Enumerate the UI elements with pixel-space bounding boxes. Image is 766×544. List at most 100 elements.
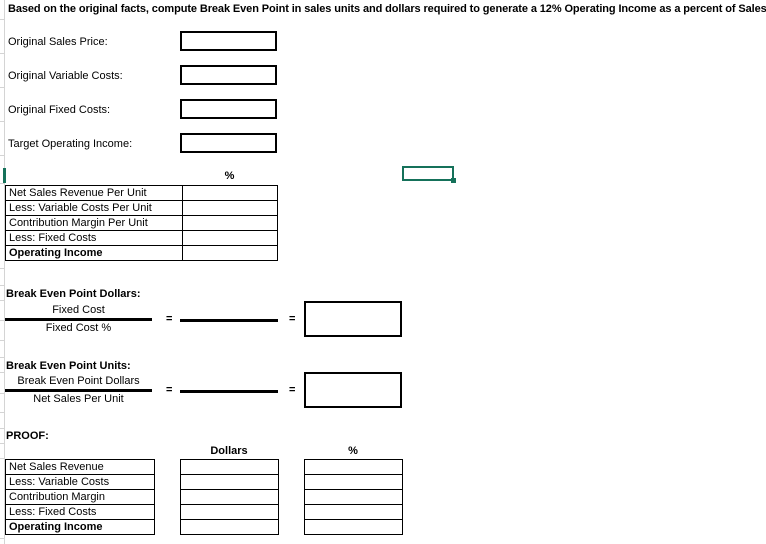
- per-unit-label-fixed-costs: Less: Fixed Costs: [5, 230, 183, 246]
- heading-proof: PROOF:: [6, 430, 49, 442]
- row-gridline-stub: [0, 53, 4, 54]
- row-gridline-stub: [0, 19, 4, 20]
- row-gridline-stub: [0, 340, 4, 341]
- per-unit-table: Net Sales Revenue Per Unit Less: Variabl…: [5, 185, 278, 261]
- table-row: [304, 459, 403, 475]
- row-gridline-stub: [0, 268, 4, 269]
- fill-handle[interactable]: [451, 178, 456, 183]
- proof-dollars-table: [180, 459, 279, 535]
- proof-percent-variable-costs[interactable]: [304, 474, 403, 490]
- blank-fraction-bar-units: [180, 390, 278, 393]
- per-unit-label-operating-income: Operating Income: [5, 245, 183, 261]
- proof-label-table: Net Sales Revenue Less: Variable Costs C…: [5, 459, 155, 535]
- proof-dollars-contribution-margin[interactable]: [180, 489, 279, 505]
- table-row: Net Sales Revenue: [5, 459, 155, 475]
- input-target-operating-income[interactable]: [180, 133, 277, 153]
- table-row: Net Sales Revenue Per Unit: [5, 185, 278, 201]
- row-gridline-stub: [0, 121, 4, 122]
- table-row: Less: Fixed Costs: [5, 504, 155, 520]
- proof-dollars-variable-costs[interactable]: [180, 474, 279, 490]
- proof-label-operating-income: Operating Income: [5, 519, 155, 535]
- row-gridline-stub: [0, 300, 4, 301]
- active-cell-selection[interactable]: [402, 166, 454, 181]
- label-original-fixed-costs: Original Fixed Costs:: [8, 104, 111, 116]
- table-row: Less: Variable Costs Per Unit: [5, 200, 278, 216]
- result-break-even-dollars[interactable]: [304, 301, 402, 337]
- row-gridline-stub: [0, 155, 4, 156]
- per-unit-label-variable-costs: Less: Variable Costs Per Unit: [5, 200, 183, 216]
- label-original-variable-costs: Original Variable Costs:: [8, 70, 123, 82]
- proof-label-variable-costs: Less: Variable Costs: [5, 474, 155, 490]
- table-row: Operating Income: [5, 245, 278, 261]
- proof-percent-fixed-costs[interactable]: [304, 504, 403, 520]
- proof-percent-net-sales-revenue[interactable]: [304, 459, 403, 475]
- row-gridline-stub: [0, 443, 4, 444]
- table-row: [304, 504, 403, 520]
- per-unit-value-operating-income[interactable]: [182, 245, 278, 261]
- table-row: [180, 504, 279, 520]
- proof-dollars-operating-income[interactable]: [180, 519, 279, 535]
- proof-percent-contribution-margin[interactable]: [304, 489, 403, 505]
- per-unit-value-contribution-margin[interactable]: [182, 215, 278, 231]
- input-original-sales-price[interactable]: [180, 31, 277, 51]
- row-gridline-stub: [0, 428, 4, 429]
- row-gridline-stub: [0, 393, 4, 394]
- proof-label-net-sales-revenue: Net Sales Revenue: [5, 459, 155, 475]
- input-original-fixed-costs[interactable]: [180, 99, 277, 119]
- equals-sign-dollars-2: =: [289, 313, 296, 325]
- proof-dollars-net-sales-revenue[interactable]: [180, 459, 279, 475]
- equals-sign-units-1: =: [166, 384, 173, 396]
- table-row: Less: Fixed Costs: [5, 230, 278, 246]
- heading-break-even-dollars: Break Even Point Dollars:: [6, 288, 141, 300]
- proof-percent-operating-income[interactable]: [304, 519, 403, 535]
- spreadsheet-canvas: Based on the original facts, compute Bre…: [0, 0, 766, 544]
- equals-sign-dollars-1: =: [166, 313, 173, 325]
- per-unit-value-variable-costs[interactable]: [182, 200, 278, 216]
- formula-break-even-dollars: Fixed Cost Fixed Cost %: [5, 303, 152, 336]
- per-unit-label-contribution-margin: Contribution Margin Per Unit: [5, 215, 183, 231]
- per-unit-value-fixed-costs[interactable]: [182, 230, 278, 246]
- per-unit-value-net-sales-revenue[interactable]: [182, 185, 278, 201]
- formula-denominator-net-sales-per-unit: Net Sales Per Unit: [33, 393, 124, 405]
- table-row: [180, 489, 279, 505]
- formula-numerator-break-even-dollars: Break Even Point Dollars: [17, 375, 140, 387]
- table-row: [304, 519, 403, 535]
- table-row: Less: Variable Costs: [5, 474, 155, 490]
- row-gridline-stub: [0, 183, 4, 184]
- table-row: [180, 519, 279, 535]
- table-row: [304, 489, 403, 505]
- formula-numerator-fixed-cost: Fixed Cost: [52, 304, 105, 316]
- row-gridline-stub: [0, 87, 4, 88]
- row-gridline-stub: [0, 372, 4, 373]
- table-row: [180, 474, 279, 490]
- proof-label-contribution-margin: Contribution Margin: [5, 489, 155, 505]
- row-gridline-stub: [0, 538, 4, 539]
- row-gridline-stub: [0, 285, 4, 286]
- table-row: [304, 474, 403, 490]
- input-original-variable-costs[interactable]: [180, 65, 277, 85]
- per-unit-percent-header: %: [224, 170, 235, 182]
- row-gridline-stub: [0, 412, 4, 413]
- proof-percent-table: [304, 459, 403, 535]
- row-gridline-stub: [0, 357, 4, 358]
- row-gridline-stub: [0, 458, 4, 459]
- proof-percent-header: %: [348, 445, 358, 457]
- selection-row-marker: [3, 168, 6, 183]
- proof-dollars-fixed-costs[interactable]: [180, 504, 279, 520]
- row-gridline-stub: [0, 320, 4, 321]
- proof-dollars-header: Dollars: [210, 445, 248, 457]
- table-row: Contribution Margin Per Unit: [5, 215, 278, 231]
- formula-denominator-fixed-cost-pct: Fixed Cost %: [45, 322, 112, 334]
- result-break-even-units[interactable]: [304, 372, 402, 408]
- worksheet-instruction-title: Based on the original facts, compute Bre…: [8, 3, 766, 15]
- formula-break-even-units: Break Even Point Dollars Net Sales Per U…: [5, 374, 152, 407]
- blank-fraction-bar-dollars: [180, 319, 278, 322]
- label-target-operating-income: Target Operating Income:: [8, 138, 133, 150]
- proof-label-fixed-costs: Less: Fixed Costs: [5, 504, 155, 520]
- equals-sign-units-2: =: [289, 384, 296, 396]
- table-row: Contribution Margin: [5, 489, 155, 505]
- label-original-sales-price: Original Sales Price:: [8, 36, 108, 48]
- table-row: [180, 459, 279, 475]
- heading-break-even-units: Break Even Point Units:: [6, 360, 131, 372]
- table-row: Operating Income: [5, 519, 155, 535]
